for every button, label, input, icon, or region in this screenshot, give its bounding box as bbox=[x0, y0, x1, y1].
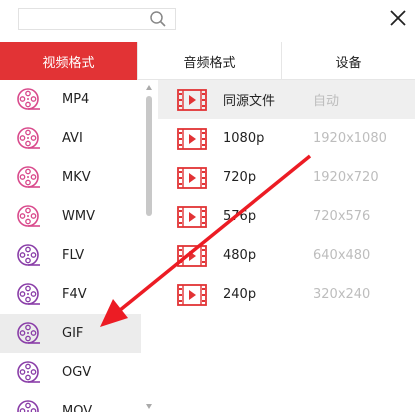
film-reel-icon bbox=[17, 360, 40, 383]
scroll-down-arrow[interactable] bbox=[145, 402, 153, 410]
resolution-row[interactable]: 同源文件 自动 bbox=[158, 80, 415, 119]
format-label: AVI bbox=[62, 131, 83, 146]
film-reel-icon bbox=[17, 165, 40, 188]
format-item[interactable]: F4V bbox=[0, 275, 156, 314]
resolution-size: 320x240 bbox=[313, 287, 371, 302]
film-reel-icon bbox=[17, 87, 40, 110]
format-item[interactable]: AVI bbox=[0, 119, 156, 158]
format-label: F4V bbox=[62, 287, 87, 302]
video-clip-icon bbox=[177, 284, 207, 306]
format-label: FLV bbox=[62, 248, 85, 263]
resolution-size: 640x480 bbox=[313, 248, 371, 263]
format-label: MOV bbox=[62, 404, 93, 412]
format-item[interactable]: GIF bbox=[0, 314, 141, 353]
resolution-size: 1920x720 bbox=[313, 170, 379, 185]
format-label: GIF bbox=[62, 326, 84, 341]
tab-audio-formats[interactable]: 音频格式 bbox=[137, 42, 281, 80]
search-input[interactable] bbox=[19, 10, 147, 30]
resolution-row[interactable]: 480p 640x480 bbox=[158, 236, 415, 275]
format-item[interactable]: MOV bbox=[0, 392, 156, 412]
resolution-size: 1920x1080 bbox=[313, 131, 387, 146]
resolution-name: 480p bbox=[223, 248, 257, 263]
resolution-name: 240p bbox=[223, 287, 257, 302]
format-label: WMV bbox=[62, 209, 95, 224]
video-clip-icon bbox=[177, 245, 207, 267]
resolution-size: 自动 bbox=[313, 94, 340, 109]
film-reel-icon bbox=[17, 126, 40, 149]
resolution-name: 1080p bbox=[223, 131, 265, 146]
format-item[interactable]: WMV bbox=[0, 197, 156, 236]
scroll-up-arrow[interactable] bbox=[145, 84, 153, 92]
resolution-row[interactable]: 576p 720x576 bbox=[158, 197, 415, 236]
film-reel-icon bbox=[17, 321, 40, 344]
film-reel-icon bbox=[17, 204, 40, 227]
tab-video-formats[interactable]: 视频格式 bbox=[0, 42, 137, 80]
tab-devices[interactable]: 设备 bbox=[281, 42, 415, 80]
video-clip-icon bbox=[177, 167, 207, 189]
film-reel-icon bbox=[17, 243, 40, 266]
search-icon[interactable] bbox=[149, 10, 167, 28]
video-clip-icon bbox=[177, 206, 207, 228]
format-label: OGV bbox=[62, 365, 92, 380]
resolution-row[interactable]: 1080p 1920x1080 bbox=[158, 119, 415, 158]
resolution-name: 同源文件 bbox=[223, 94, 276, 109]
format-tabs: 视频格式 音频格式 设备 bbox=[0, 42, 415, 80]
format-label: MKV bbox=[62, 170, 91, 185]
resolution-row[interactable]: 240p 320x240 bbox=[158, 275, 415, 314]
format-label: MP4 bbox=[62, 92, 90, 107]
resolution-size: 720x576 bbox=[313, 209, 371, 224]
format-list: MP4 AVI MKV WMV FLV F4V GIF OGV MOV bbox=[0, 80, 156, 412]
scrollbar-thumb[interactable] bbox=[146, 96, 152, 216]
video-clip-icon bbox=[177, 128, 207, 150]
format-item[interactable]: FLV bbox=[0, 236, 156, 275]
format-item[interactable]: MKV bbox=[0, 158, 156, 197]
resolution-row[interactable]: 720p 1920x720 bbox=[158, 158, 415, 197]
format-item[interactable]: OGV bbox=[0, 353, 156, 392]
video-clip-icon bbox=[177, 89, 207, 111]
film-reel-icon bbox=[17, 399, 39, 412]
close-icon[interactable] bbox=[386, 6, 410, 30]
film-reel-icon bbox=[17, 282, 40, 305]
format-item[interactable]: MP4 bbox=[0, 80, 156, 119]
resolution-list: 同源文件 自动 1080p 1920x1080 720p 1920x720 576p 720x… bbox=[158, 80, 415, 412]
resolution-name: 720p bbox=[223, 170, 257, 185]
resolution-name: 576p bbox=[223, 209, 257, 224]
search-box[interactable] bbox=[18, 8, 176, 30]
